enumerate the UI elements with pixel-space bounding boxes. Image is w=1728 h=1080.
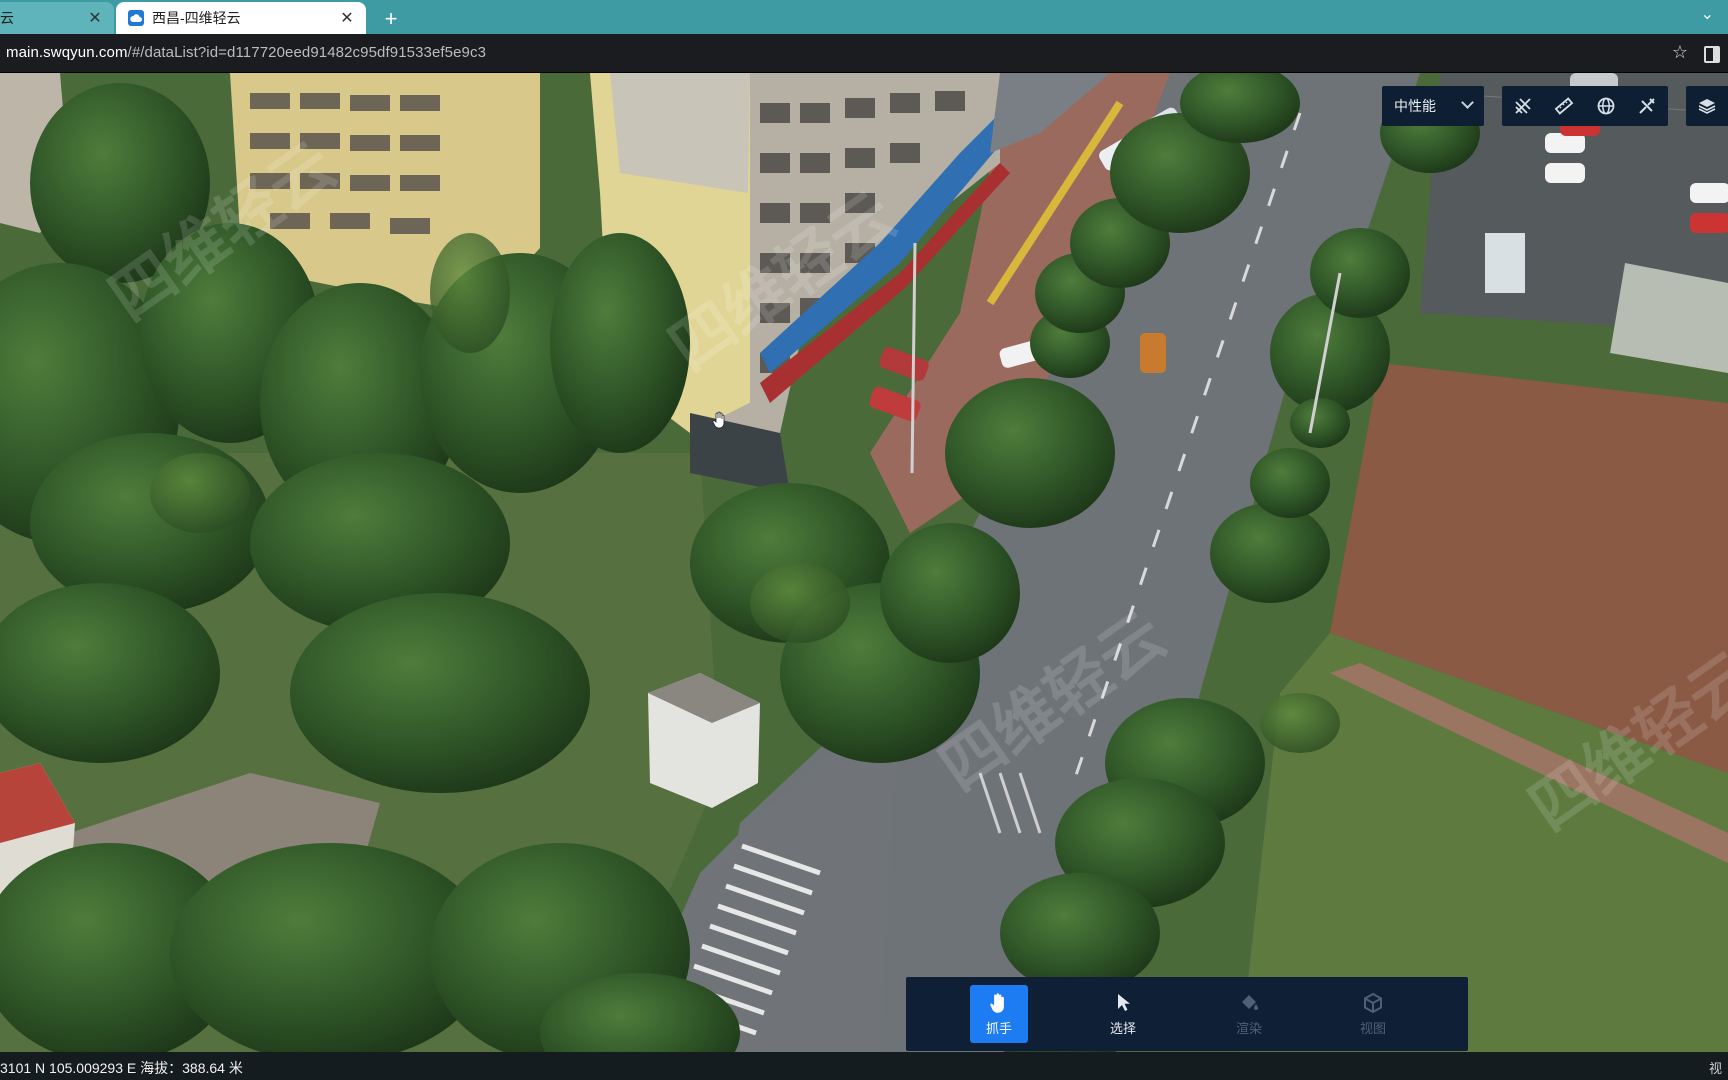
cloud-icon (128, 10, 144, 26)
layers-icon (1698, 99, 1716, 114)
view-tool-button[interactable]: 视图 (1344, 985, 1402, 1043)
status-right-text: 视 (1708, 1061, 1722, 1076)
tab-title: 云 (0, 10, 14, 26)
select-tool-label: 选择 (1109, 1020, 1136, 1036)
chevron-down-icon[interactable]: ⌄ (1701, 4, 1714, 24)
status-bar: 3101 N 105.009293 E 海拔：388.64 米 视 (0, 1052, 1728, 1080)
tab-title: 西昌-四维轻云 (152, 10, 241, 26)
bottom-toolbar: 抓手 选择 渲染 视图 (906, 977, 1468, 1051)
performance-label: 中性能 (1394, 98, 1436, 114)
view-tool-label: 视图 (1359, 1020, 1386, 1036)
hand-cursor-icon (712, 411, 725, 429)
new-tab-button[interactable]: + (378, 6, 404, 32)
globe-icon[interactable] (1592, 92, 1620, 120)
url-host: main.swqyun.com (6, 44, 128, 61)
cube-icon (1364, 992, 1382, 1013)
hand-icon (990, 992, 1004, 1013)
paint-bucket-icon (1242, 994, 1258, 1010)
coordinates-readout: 3101 N 105.009293 E 海拔：388.64 米 (0, 1060, 243, 1076)
close-icon[interactable]: ✕ (84, 7, 106, 29)
side-panel-icon[interactable] (1704, 46, 1720, 63)
grab-tool-button[interactable]: 抓手 (970, 985, 1028, 1043)
browser-tab-active[interactable]: 西昌-四维轻云 ✕ (116, 2, 366, 34)
grab-tool-label: 抓手 (985, 1020, 1012, 1036)
measure-tool-icon[interactable] (1633, 92, 1661, 120)
pointer-icon (1118, 993, 1130, 1011)
url-text[interactable]: main.swqyun.com/#/dataList?id=d117720eed… (6, 44, 486, 61)
measure-toolbar (1502, 86, 1668, 126)
select-tool-button[interactable]: 选择 (1094, 985, 1152, 1043)
performance-select[interactable]: 中性能 (1382, 86, 1484, 126)
chevron-down-icon (1461, 96, 1474, 109)
render-tool-label: 渲染 (1235, 1020, 1262, 1036)
measure-distance-icon[interactable] (1550, 92, 1578, 120)
map-viewport[interactable]: 四维轻云 四维轻云 四维轻云 四维轻云 中性能 抓手 选择 渲染 视图 (0, 73, 1728, 1052)
aerial-scene: 四维轻云 四维轻云 四维轻云 四维轻云 (0, 73, 1728, 1052)
browser-tab-bar: 云 ✕ 西昌-四维轻云 ✕ + ⌄ (0, 0, 1728, 34)
url-path: /#/dataList?id=d117720eed91482c95df91533… (127, 44, 487, 61)
star-icon[interactable]: ☆ (1672, 42, 1688, 63)
measure-area-icon[interactable] (1509, 92, 1537, 120)
address-bar[interactable]: main.swqyun.com/#/dataList?id=d117720eed… (0, 34, 1728, 73)
layers-button[interactable] (1686, 86, 1728, 126)
render-tool-button[interactable]: 渲染 (1220, 985, 1278, 1043)
close-icon[interactable]: ✕ (336, 7, 358, 29)
browser-tab[interactable]: 云 ✕ (0, 2, 114, 34)
